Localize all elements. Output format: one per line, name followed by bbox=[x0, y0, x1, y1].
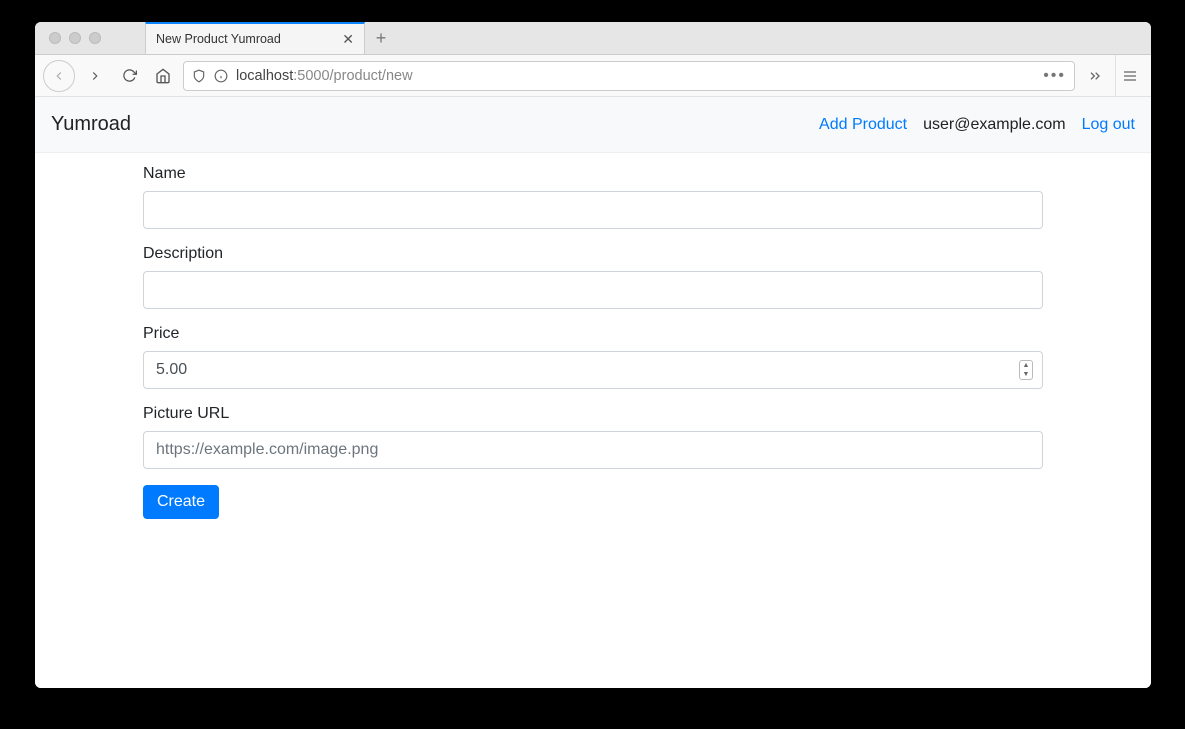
add-product-link[interactable]: Add Product bbox=[819, 116, 907, 134]
home-button[interactable] bbox=[149, 62, 177, 90]
forward-button[interactable] bbox=[81, 62, 109, 90]
window-maximize-dot[interactable] bbox=[89, 32, 101, 44]
brand[interactable]: Yumroad bbox=[51, 113, 131, 136]
reload-button[interactable] bbox=[115, 62, 143, 90]
browser-window: New Product Yumroad ✕ + localhost:5000/p… bbox=[35, 22, 1151, 688]
name-input[interactable] bbox=[143, 191, 1043, 229]
app-navbar: Yumroad Add Product user@example.com Log… bbox=[35, 97, 1151, 153]
overflow-icon[interactable] bbox=[1081, 68, 1109, 84]
form-group-name: Name bbox=[143, 165, 1043, 229]
page-actions-icon[interactable]: ••• bbox=[1043, 67, 1066, 85]
nav-right: Add Product user@example.com Log out bbox=[819, 116, 1135, 134]
user-email: user@example.com bbox=[923, 116, 1066, 134]
tab-bar: New Product Yumroad ✕ + bbox=[35, 22, 1151, 55]
window-close-dot[interactable] bbox=[49, 32, 61, 44]
info-icon[interactable] bbox=[214, 69, 228, 83]
price-label: Price bbox=[143, 325, 1043, 343]
url-text: localhost:5000/product/new bbox=[236, 68, 413, 84]
description-label: Description bbox=[143, 245, 1043, 263]
url-bar[interactable]: localhost:5000/product/new ••• bbox=[183, 61, 1075, 91]
picture-url-label: Picture URL bbox=[143, 405, 1043, 423]
hamburger-menu-icon[interactable] bbox=[1115, 55, 1143, 96]
form-container: Name Description Price ▲▼ Picture URL bbox=[143, 165, 1043, 519]
logout-link[interactable]: Log out bbox=[1082, 116, 1135, 134]
new-tab-button[interactable]: + bbox=[365, 22, 397, 54]
browser-toolbar: localhost:5000/product/new ••• bbox=[35, 55, 1151, 97]
number-stepper-icon[interactable]: ▲▼ bbox=[1019, 360, 1033, 380]
form-group-picture-url: Picture URL bbox=[143, 405, 1043, 469]
description-input[interactable] bbox=[143, 271, 1043, 309]
tab-title: New Product Yumroad bbox=[156, 32, 281, 46]
form-group-description: Description bbox=[143, 245, 1043, 309]
picture-url-input[interactable] bbox=[143, 431, 1043, 469]
browser-tab[interactable]: New Product Yumroad ✕ bbox=[145, 22, 365, 54]
form-group-price: Price ▲▼ bbox=[143, 325, 1043, 389]
traffic-lights bbox=[35, 22, 145, 54]
window-minimize-dot[interactable] bbox=[69, 32, 81, 44]
url-path: :5000/product/new bbox=[293, 68, 412, 84]
url-host: localhost bbox=[236, 68, 293, 84]
price-input[interactable] bbox=[143, 351, 1043, 389]
create-button[interactable]: Create bbox=[143, 485, 219, 519]
page-content: Name Description Price ▲▼ Picture URL bbox=[35, 153, 1151, 688]
shield-icon bbox=[192, 69, 206, 83]
close-icon[interactable]: ✕ bbox=[342, 31, 354, 48]
back-button[interactable] bbox=[43, 60, 75, 92]
name-label: Name bbox=[143, 165, 1043, 183]
